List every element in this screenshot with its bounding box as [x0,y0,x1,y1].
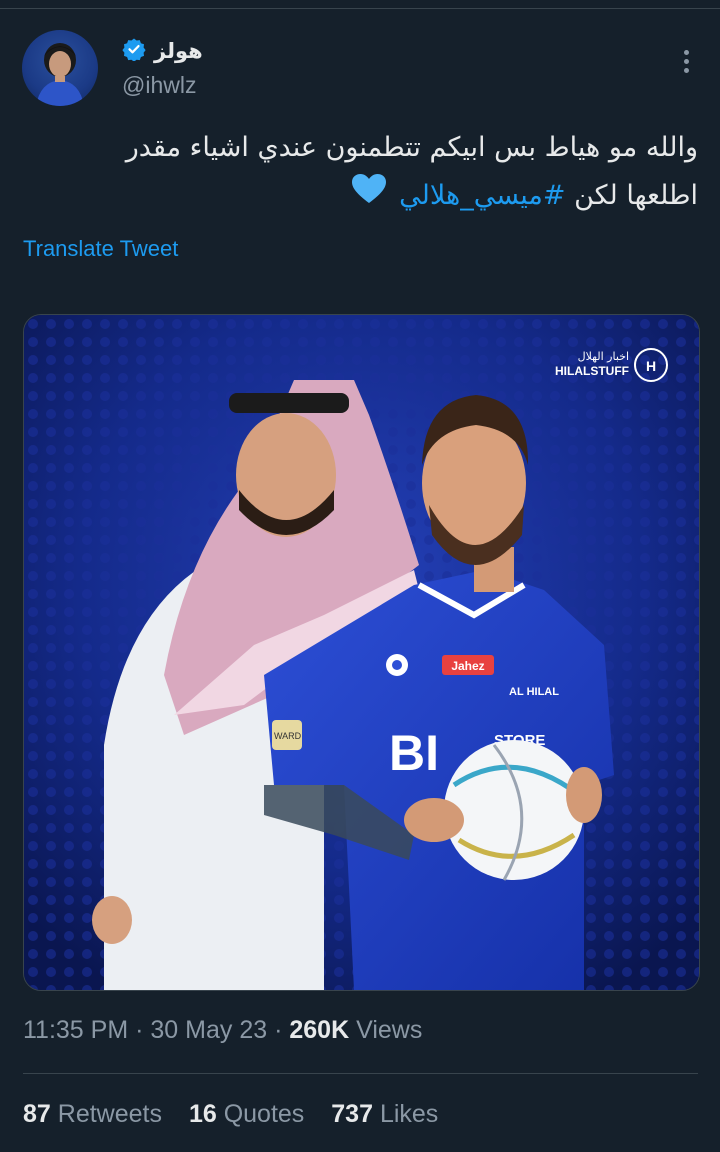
views-count: 260K [289,1016,350,1044]
tweet-text-line2-plain: اطلعها لكن [565,180,698,211]
top-divider [0,8,720,9]
svg-text:H: H [646,358,656,374]
display-name[interactable]: هولز [154,39,203,64]
verified-badge-icon [122,37,146,66]
meta-dot-2: · [274,1016,283,1044]
retweets-count: 87 [23,1100,51,1128]
quotes-count: 16 [188,1100,217,1128]
avatar[interactable] [22,30,98,106]
blue-heart-icon [351,173,387,221]
author-names: هولز @ihwlz [122,38,203,99]
tweet-text: والله مو هياط بس ابيكم تتطمنون عندي اشيا… [20,124,698,221]
watermark-english: HILALSTUFF [555,364,629,378]
hashtag-link[interactable]: #ميسي_هلالي [399,180,565,211]
club-badge-label: AL HILAL [509,686,559,698]
patch-label: WARD [274,731,302,741]
likes-count: 737 [331,1100,373,1128]
tweet-date[interactable]: 30 May 23 [150,1016,267,1044]
tweet-header: هولز @ihwlz [22,30,698,110]
retweets-stat[interactable]: 87 Retweets [23,1100,162,1129]
quotes-label: Quotes [223,1100,305,1128]
watermark-arabic: اخبار الهلال [578,350,629,363]
jersey-main-text: BI [389,725,439,781]
author-handle[interactable]: @ihwlz [122,72,203,99]
more-options-icon[interactable] [682,50,690,76]
stats-divider [23,1073,698,1074]
tweet-meta: 11:35 PM · 30 May 23 · 260K Views [23,1016,422,1045]
translate-tweet-link[interactable]: Translate Tweet [23,236,178,262]
sponsor-label: Jahez [451,659,484,673]
engagement-stats: 87 Retweets 16 Quotes 737 Likes [23,1100,458,1129]
tweet-image[interactable]: Jahez AL HILAL BI STORE WARD اخبار الهلا… [23,314,700,991]
views-label: Views [356,1016,423,1044]
tweet-text-line2: اطلعها لكن #ميسي_هلالي [20,172,698,221]
quotes-stat[interactable]: 16 Quotes [189,1100,304,1129]
meta-dot: · [135,1016,144,1044]
retweets-label: Retweets [57,1100,162,1128]
tweet-text-line1: والله مو هياط بس ابيكم تتطمنون عندي اشيا… [125,132,698,163]
likes-stat[interactable]: 737 Likes [331,1100,438,1129]
likes-label: Likes [379,1100,439,1128]
tweet-time[interactable]: 11:35 PM [23,1016,128,1044]
